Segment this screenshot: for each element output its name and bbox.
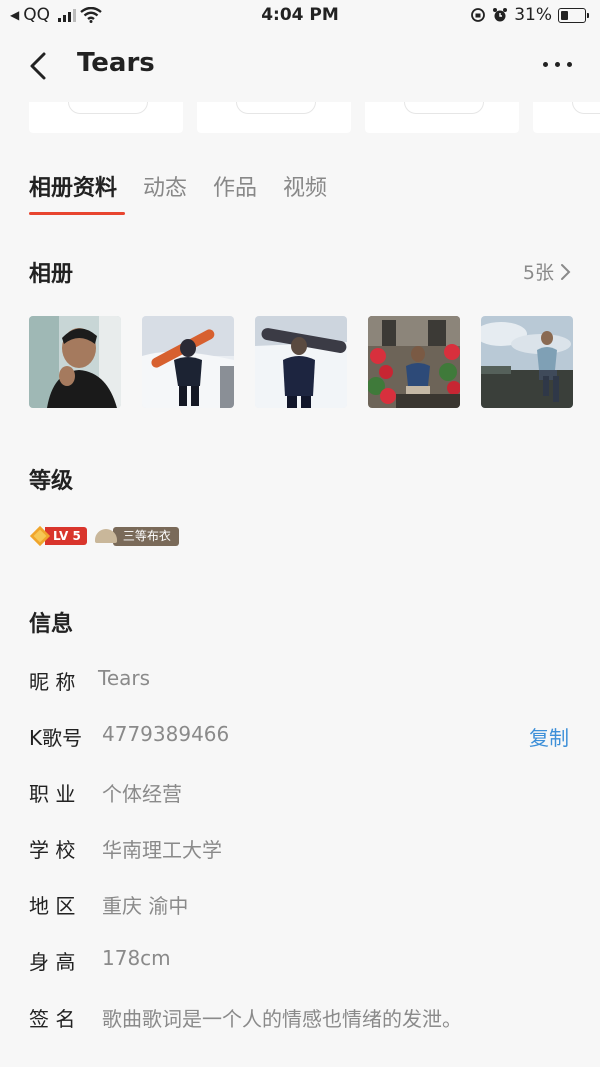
card[interactable] — [29, 102, 183, 133]
info-value: 歌曲歌词是一个人的情感也情绪的发泄。 — [102, 1007, 462, 1031]
rank-badge-label: 三等布衣 — [112, 526, 179, 546]
rank-badge[interactable]: 三等布衣 — [94, 526, 179, 546]
active-tab-indicator — [29, 212, 125, 215]
copy-button[interactable]: 复制 — [529, 722, 569, 751]
info-label: 签 名 — [29, 1007, 76, 1031]
info-label: 学 校 — [29, 838, 76, 862]
info-row-height: 身 高 178cm — [0, 932, 600, 988]
info-value: 178cm — [102, 946, 171, 970]
back-button[interactable] — [22, 46, 58, 86]
info-label: 昵 称 — [29, 670, 76, 694]
chevron-left-icon — [30, 52, 46, 80]
profile-tabs: 相册资料 动态 作品 视频 — [29, 170, 353, 202]
tab-works[interactable]: 作品 — [213, 170, 257, 202]
diamond-icon — [29, 525, 51, 547]
scrolled-card-strip — [29, 102, 600, 133]
more-options-button[interactable] — [540, 54, 574, 74]
battery-percentage: 31% — [514, 5, 552, 25]
album-photos — [29, 316, 573, 408]
hat-icon — [94, 529, 117, 543]
info-label: K歌号 — [29, 726, 83, 750]
tab-activity[interactable]: 动态 — [143, 170, 187, 202]
status-bar: ◀ QQ 4:04 PM 31% — [0, 0, 600, 32]
tab-videos[interactable]: 视频 — [283, 170, 327, 202]
info-section-title: 信息 — [29, 612, 74, 637]
info-value: 个体经营 — [102, 782, 182, 806]
info-label: 地 区 — [29, 894, 76, 918]
info-row-occupation: 职 业 个体经营 — [0, 764, 600, 820]
info-label: 身 高 — [29, 950, 76, 974]
album-photo-sky[interactable] — [481, 316, 573, 408]
card[interactable] — [197, 102, 351, 133]
info-value: 4779389466 — [102, 722, 230, 746]
info-value: Tears — [98, 666, 151, 690]
level-section-title: 等级 — [29, 469, 74, 494]
info-row-signature: 签 名 歌曲歌词是一个人的情感也情绪的发泄。 — [0, 989, 600, 1045]
dot-icon — [542, 61, 548, 67]
battery-icon — [558, 7, 589, 23]
alarm-icon — [493, 8, 508, 22]
tab-album-info[interactable]: 相册资料 — [29, 170, 117, 202]
info-value: 重庆 渝中 — [102, 894, 189, 918]
card[interactable] — [365, 102, 519, 133]
info-label: 职 业 — [29, 782, 76, 806]
lv-badge-label: LV 5 — [45, 527, 87, 545]
dot-icon — [566, 61, 572, 67]
info-row-school: 学 校 华南理工大学 — [0, 820, 600, 876]
album-section-title: 相册 — [29, 262, 74, 287]
rotation-lock-icon — [471, 8, 486, 22]
card[interactable] — [533, 102, 600, 133]
info-value: 华南理工大学 — [102, 838, 222, 862]
level-badges: LV 5 三等布衣 — [29, 524, 179, 548]
chevron-right-icon — [561, 263, 571, 280]
info-row-region: 地 区 重庆 渝中 — [0, 876, 600, 932]
album-photo-snowboard-1[interactable] — [142, 316, 234, 408]
lv-badge[interactable]: LV 5 — [29, 524, 87, 548]
info-row-k-id: K歌号 4779389466 复制 — [0, 708, 600, 764]
album-photo-flowers[interactable] — [368, 316, 460, 408]
album-photo-portrait[interactable] — [29, 316, 121, 408]
info-row-nickname: 昵 称 Tears — [0, 652, 600, 708]
album-count: 5张 — [522, 262, 554, 284]
album-count-link[interactable]: 5张 — [523, 258, 572, 285]
page-title: Tears — [77, 48, 155, 78]
navigation-bar: Tears — [0, 32, 600, 102]
album-photo-snowboard-2[interactable] — [255, 316, 347, 408]
dot-icon — [554, 61, 560, 67]
